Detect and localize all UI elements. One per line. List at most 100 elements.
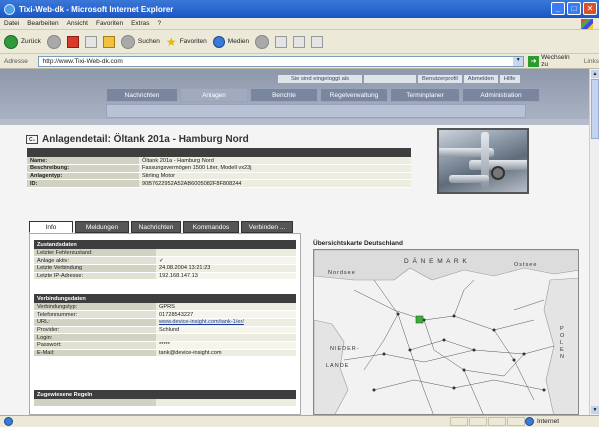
address-dropdown-icon[interactable]: ▼	[513, 56, 524, 66]
media-button[interactable]: Medien	[212, 35, 250, 48]
zone-label: Internet	[536, 418, 559, 425]
stop-button[interactable]	[66, 35, 79, 48]
star-icon: ★	[165, 34, 177, 49]
url-link[interactable]: www.device-insight.com/tank-1/er/	[156, 318, 296, 327]
logged-in-label: Sie sind eingeloggt als	[278, 75, 362, 83]
info-value: Öltank 201a - Hamburg Nord	[139, 157, 411, 166]
help-link[interactable]: Hilfe	[499, 75, 520, 83]
row-value: tank@device-insight.com	[156, 349, 296, 358]
germany-map[interactable]: D Ä N E M A R K Nordsee Ostsee NIEDER- L…	[313, 249, 579, 415]
menu-ansicht[interactable]: Ansicht	[67, 20, 88, 27]
table-row	[34, 399, 296, 408]
forward-button[interactable]	[46, 34, 61, 49]
nav-nachrichten[interactable]: Nachrichten	[106, 88, 178, 102]
refresh-button[interactable]	[84, 35, 97, 48]
vertical-scrollbar[interactable]: ▲ ▼	[589, 69, 599, 415]
browser-toolbar: Zurück Suchen ★ Favoriten Medien	[0, 30, 599, 54]
table-row: Anlagentyp: Stirling Motor	[27, 172, 411, 181]
scroll-up-icon[interactable]: ▲	[591, 70, 599, 78]
media-icon	[212, 35, 225, 48]
logout-link[interactable]: Abmelden	[463, 75, 498, 83]
info-key: Anlagentyp:	[27, 172, 139, 181]
table-row: Letzter Fehlerzustand:	[34, 249, 296, 258]
map-label-niederlande-1: NIEDER-	[330, 346, 360, 352]
row-value	[156, 333, 296, 342]
maximize-button[interactable]: □	[567, 2, 581, 15]
status-bar: Internet	[0, 415, 599, 427]
row-key: Verbindungstyp:	[34, 303, 156, 312]
links-button[interactable]: Links	[584, 58, 599, 65]
close-button[interactable]: ✕	[583, 2, 597, 15]
search-icon	[120, 34, 135, 49]
table-row: Anlage aktiv: ✓	[34, 256, 296, 265]
row-key: Telefonnummer:	[34, 310, 156, 319]
table-row: Provider: Schlund	[34, 326, 296, 335]
history-button[interactable]	[255, 34, 270, 49]
go-button[interactable]: ➜ Wechseln zu	[528, 54, 578, 68]
page-status-icon	[4, 417, 13, 426]
map-label-polen: P O L E N	[560, 326, 566, 360]
mail-button[interactable]	[275, 35, 288, 48]
tab-info[interactable]: Info	[29, 221, 73, 233]
info-panel: Zustandsdaten Letzter Fehlerzustand: Anl…	[29, 233, 301, 415]
info-key: ID:	[27, 179, 139, 188]
table-row: Letzte Verbindung 24.08.2004 13:21:23	[34, 264, 296, 273]
edit-button[interactable]	[311, 35, 324, 48]
menu-help[interactable]: ?	[158, 20, 162, 27]
tab-kommandos[interactable]: Kommandos	[183, 221, 239, 233]
section-header: Verbindungsdaten	[34, 294, 156, 303]
main-nav: Nachrichten Anlagen Berichte Regelverwal…	[106, 88, 540, 102]
nav-terminplaner[interactable]: Terminplaner	[390, 88, 460, 102]
row-value: GPRS	[156, 303, 296, 312]
menu-favoriten[interactable]: Favoriten	[96, 20, 123, 27]
table-row: Beschreibung: Fassungsvermögen 1500 Lite…	[27, 164, 411, 173]
favorites-label: Favoriten	[179, 38, 207, 45]
window-title: Tixi-Web-dk - Microsoft Internet Explore…	[19, 4, 174, 14]
map-label-ostsee: Ostsee	[514, 262, 538, 268]
search-button[interactable]: Suchen	[120, 34, 160, 49]
tab-nachrichten[interactable]: Nachrichten	[131, 221, 181, 233]
address-bar: Adresse http://www.Tixi-Web-dk.com ▼ ➜ W…	[0, 54, 599, 69]
table-row: ID: 90B7622952A52AB6005082F8F808244	[27, 179, 411, 188]
back-label: Zurück	[21, 38, 41, 45]
tab-meldungen[interactable]: Meldungen	[75, 221, 129, 233]
table-row: URL: www.device-insight.com/tank-1/er/	[34, 318, 296, 327]
row-value	[156, 249, 296, 258]
home-button[interactable]	[102, 35, 115, 48]
device-photo	[437, 128, 529, 194]
menu-datei[interactable]: Datei	[4, 20, 19, 27]
scroll-down-icon[interactable]: ▼	[591, 406, 599, 414]
row-key: Passwort:	[34, 341, 156, 350]
nav-administration[interactable]: Administration	[462, 88, 540, 102]
tab-verbinden[interactable]: Verbinden ...	[241, 221, 293, 233]
minimize-button[interactable]: _	[551, 2, 565, 15]
favorites-button[interactable]: ★ Favoriten	[166, 36, 207, 48]
device-icon: C₃	[26, 135, 38, 144]
ie-icon	[4, 3, 15, 15]
page-viewport: Sie sind eingeloggt als Benutzerprofil A…	[0, 69, 589, 415]
back-button[interactable]: Zurück	[4, 34, 41, 49]
nav-berichte[interactable]: Berichte	[250, 88, 318, 102]
row-value: 24.08.2004 13:21:23	[156, 264, 296, 273]
print-button[interactable]	[293, 35, 306, 48]
device-location-marker[interactable]	[415, 315, 424, 324]
scroll-thumb[interactable]	[591, 79, 599, 139]
go-label: Wechseln zu	[541, 54, 570, 68]
menu-extras[interactable]: Extras	[131, 20, 149, 27]
address-input[interactable]: http://www.Tixi-Web-dk.com ▼	[37, 55, 525, 67]
status-data-table: Zustandsdaten Letzter Fehlerzustand: Anl…	[34, 240, 296, 281]
profile-link[interactable]: Benutzerprofil	[418, 75, 462, 83]
address-label: Adresse	[4, 57, 28, 65]
table-row: Passwort: *****	[34, 341, 296, 350]
row-value: 192.168.147.13	[156, 272, 296, 281]
detail-tabs: Info Meldungen Nachrichten Kommandos Ver…	[29, 221, 293, 233]
nav-anlagen[interactable]: Anlagen	[180, 88, 248, 102]
section-header: Zustandsdaten	[34, 240, 156, 249]
media-label: Medien	[227, 38, 250, 45]
menu-bearbeiten[interactable]: Bearbeiten	[27, 20, 58, 27]
nav-regelverwaltung[interactable]: Regelverwaltung	[320, 88, 388, 102]
row-key: URL:	[34, 318, 156, 327]
map-label-daenemark: D Ä N E M A R K	[404, 258, 468, 265]
active-check-icon: ✓	[156, 256, 296, 265]
rules-table: Zugewiesene Regeln	[34, 390, 296, 408]
